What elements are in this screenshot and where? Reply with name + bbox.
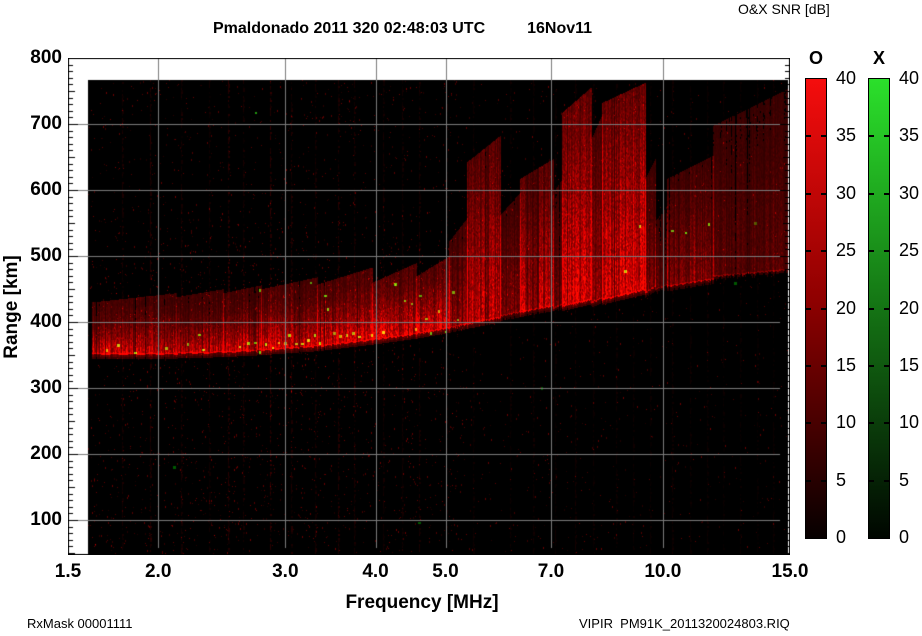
colorbar-tick [806,422,811,424]
y-tick-label: 600 [30,179,62,200]
y-tick-label: 100 [30,509,62,531]
colorbar-tick [821,422,826,424]
y-tick-label: 800 [30,47,62,68]
rxmask-label: RxMask 00001111 [27,616,133,631]
colorbar-tick [821,480,826,482]
colorbar-title: O&X SNR [dB] [738,1,830,17]
colorbar-tick [821,250,826,252]
colorbar-tick [884,480,889,482]
y-axis-label: Range [km] [1,255,22,359]
x-tick-label: 1.5 [54,561,82,582]
colorbar-tick [806,135,811,137]
colorbar-tick-label: 0 [899,527,910,547]
colorbar-tick-label: 10 [836,412,857,432]
title-line: Pmaldonado 2011 320 02:48:03 UTC 16Nov11 [213,20,592,38]
date-label: 16Nov11 [527,20,593,37]
colorbar-tick-label: 0 [836,527,847,547]
y-tick-label: 500 [30,245,62,266]
colorbar-tick-label: 35 [836,125,857,145]
colorbar-tick [821,308,826,310]
colorbar-tick [884,365,889,367]
colorbar-tick [806,365,811,367]
colorbar-tick [869,365,874,367]
colorbar-tick-label: 15 [836,355,857,375]
x-tick-label: 5.0 [432,561,459,582]
colorbar-tick [884,135,889,137]
o-colorbar [805,78,827,539]
colorbar-tick [821,365,826,367]
x-colorbar [868,78,890,539]
x-tick-label: 3.0 [272,561,299,582]
colorbar-tick-label: 35 [899,125,920,145]
colorbar-tick [884,193,889,195]
ionogram-plot-canvas [68,58,790,555]
colorbar-tick [821,135,826,137]
o-colorbar-header: O [808,48,823,68]
colorbar-tick-label: 40 [899,68,920,88]
colorbar-tick-label: 40 [836,68,857,88]
y-tick-label: 700 [30,113,62,134]
page-title: Pmaldonado 2011 320 02:48:03 UTC [213,20,486,37]
colorbar-tick [821,193,826,195]
x-tick-label: 4.0 [362,561,389,582]
colorbar-tick-label: 30 [836,183,857,203]
y-tick-label: 300 [30,377,62,398]
colorbar-tick [869,135,874,137]
colorbar-tick [806,250,811,252]
colorbar-tick-label: 5 [899,470,910,490]
colorbar-tick-label: 30 [899,183,920,203]
colorbar-tick [884,422,889,424]
colorbar-tick-label: 25 [899,240,920,260]
colorbar-tick [869,480,874,482]
y-tick-label: 400 [30,311,62,332]
x-axis-label: Frequency [MHz] [345,592,499,613]
colorbar-tick [884,250,889,252]
ionogram-window: Pmaldonado 2011 320 02:48:03 UTC 16Nov11… [0,0,922,636]
colorbar-tick [806,480,811,482]
x-tick-label: 10.0 [644,561,682,582]
colorbar-tick-label: 20 [899,298,920,318]
x-tick-label: 15.0 [771,561,809,582]
colorbar-tick [806,193,811,195]
colorbar-tick [806,308,811,310]
x-tick-label: 7.0 [537,561,565,582]
colorbar-tick-label: 5 [836,470,847,490]
colorbar-tick [869,422,874,424]
colorbar-tick-label: 20 [836,298,857,318]
colorbar-tick [884,308,889,310]
filename-label: VIPIR PM91K_2011320024803.RIQ [579,616,790,631]
y-tick-label: 200 [30,443,62,465]
colorbar-tick [869,193,874,195]
colorbar-tick-label: 25 [836,240,857,260]
colorbar-tick [869,250,874,252]
colorbar-tick-label: 15 [899,355,920,375]
colorbar-tick-label: 10 [899,412,920,432]
colorbar-tick [869,308,874,310]
x-tick-label: 2.0 [144,561,172,582]
x-colorbar-header: X [872,48,885,68]
